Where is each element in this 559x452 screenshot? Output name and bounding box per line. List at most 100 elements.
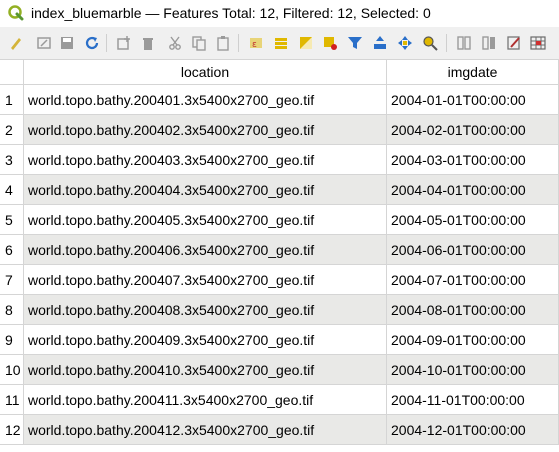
column-header-imgdate[interactable]: imgdate — [387, 60, 559, 85]
row-number[interactable]: 1 — [0, 85, 24, 115]
move-selection-to-top-button[interactable] — [371, 34, 389, 52]
row-number[interactable]: 2 — [0, 115, 24, 145]
cell-imgdate[interactable]: 2004-11-01T00:00:00 — [387, 385, 559, 415]
delete-feature-icon — [143, 38, 153, 50]
table-row[interactable]: 12 world.topo.bathy.200412.3x5400x2700_ge… — [0, 415, 559, 445]
toggle-editing-button[interactable] — [7, 34, 25, 52]
cell-location[interactable]: world.topo.bathy.200410.3x5400x2700_geo.… — [24, 355, 387, 385]
invert-selection-icon — [300, 37, 312, 49]
row-number[interactable]: 5 — [0, 205, 24, 235]
table-row[interactable]: 7 world.topo.bathy.200407.3x5400x2700_geo… — [0, 265, 559, 295]
select-by-expression-icon: ε — [250, 38, 262, 50]
zoom-to-selected-button[interactable] — [421, 34, 439, 52]
cell-imgdate[interactable]: 2004-06-01T00:00:00 — [387, 235, 559, 265]
svg-text:ε: ε — [252, 40, 257, 50]
multi-edit-button[interactable] — [35, 34, 53, 52]
select-by-expression-button[interactable]: ε — [247, 34, 265, 52]
select-all-button[interactable] — [272, 34, 290, 52]
table-row[interactable]: 8 world.topo.bathy.200408.3x5400x2700_geo… — [0, 295, 559, 325]
cell-location[interactable]: world.topo.bathy.200403.3x5400x2700_geo.… — [24, 145, 387, 175]
row-number-header-corner[interactable] — [0, 60, 24, 85]
zoom-to-selected-icon — [423, 36, 438, 51]
add-feature-button[interactable] — [115, 34, 133, 52]
cell-location[interactable]: world.topo.bathy.200402.3x5400x2700_geo.… — [24, 115, 387, 145]
save-edits-icon — [61, 37, 73, 49]
select-all-icon — [275, 38, 287, 49]
field-calculator-button[interactable] — [505, 34, 523, 52]
invert-selection-button[interactable] — [297, 34, 315, 52]
cell-imgdate[interactable]: 2004-02-01T00:00:00 — [387, 115, 559, 145]
deselect-all-icon — [324, 37, 337, 50]
add-feature-icon — [117, 36, 130, 50]
cell-imgdate[interactable]: 2004-01-01T00:00:00 — [387, 85, 559, 115]
title-bar: index_bluemarble — Features Total: 12, F… — [0, 0, 559, 27]
table-row[interactable]: 4 world.topo.bathy.200404.3x5400x2700_geo… — [0, 175, 559, 205]
deselect-all-button[interactable] — [321, 34, 339, 52]
table-row[interactable]: 5 world.topo.bathy.200405.3x5400x2700_geo… — [0, 205, 559, 235]
attribute-table-toolbar: ε — [0, 27, 559, 59]
row-number[interactable]: 10 — [0, 355, 24, 385]
reload-button[interactable] — [83, 34, 101, 52]
row-number[interactable]: 8 — [0, 295, 24, 325]
delete-feature-button[interactable] — [139, 34, 157, 52]
move-selection-to-top-icon — [374, 36, 386, 49]
field-calculator-icon — [507, 36, 520, 50]
delete-field-icon — [482, 36, 495, 50]
row-number[interactable]: 12 — [0, 415, 24, 445]
table-row[interactable]: 11 world.topo.bathy.200411.3x5400x2700_ge… — [0, 385, 559, 415]
cell-imgdate[interactable]: 2004-08-01T00:00:00 — [387, 295, 559, 325]
toolbar-separator — [106, 34, 107, 52]
pan-to-selected-button[interactable] — [396, 34, 414, 52]
cut-icon — [169, 36, 181, 50]
new-field-icon — [457, 36, 471, 50]
row-number[interactable]: 9 — [0, 325, 24, 355]
cell-location[interactable]: world.topo.bathy.200408.3x5400x2700_geo.… — [24, 295, 387, 325]
row-number[interactable]: 6 — [0, 235, 24, 265]
qgis-logo-icon — [8, 5, 24, 21]
save-edits-button[interactable] — [58, 34, 76, 52]
cell-location[interactable]: world.topo.bathy.200406.3x5400x2700_geo.… — [24, 235, 387, 265]
multi-edit-icon — [37, 37, 51, 49]
toggle-editing-icon — [11, 38, 21, 50]
paste-icon — [217, 36, 229, 51]
paste-button[interactable] — [214, 34, 232, 52]
row-number[interactable]: 7 — [0, 265, 24, 295]
table-row[interactable]: 3 world.topo.bathy.200403.3x5400x2700_geo… — [0, 145, 559, 175]
cell-location[interactable]: world.topo.bathy.200401.3x5400x2700_geo.… — [24, 85, 387, 115]
row-number[interactable]: 4 — [0, 175, 24, 205]
toolbar-separator — [238, 34, 239, 52]
cell-location[interactable]: world.topo.bathy.200409.3x5400x2700_geo.… — [24, 325, 387, 355]
table-row[interactable]: 2 world.topo.bathy.200402.3x5400x2700_geo… — [0, 115, 559, 145]
column-header-location[interactable]: location — [24, 60, 387, 85]
cell-location[interactable]: world.topo.bathy.200407.3x5400x2700_geo.… — [24, 265, 387, 295]
table-row[interactable]: 9 world.topo.bathy.200409.3x5400x2700_geo… — [0, 325, 559, 355]
cut-button[interactable] — [166, 34, 184, 52]
cell-imgdate[interactable]: 2004-09-01T00:00:00 — [387, 325, 559, 355]
table-row[interactable]: 1 world.topo.bathy.200401.3x5400x2700_geo… — [0, 85, 559, 115]
filter-icon — [348, 37, 362, 49]
cell-location[interactable]: world.topo.bathy.200405.3x5400x2700_geo.… — [24, 205, 387, 235]
cell-location[interactable]: world.topo.bathy.200412.3x5400x2700_geo.… — [24, 415, 387, 445]
new-field-button[interactable] — [455, 34, 473, 52]
cell-location[interactable]: world.topo.bathy.200411.3x5400x2700_geo.… — [24, 385, 387, 415]
copy-icon — [192, 36, 206, 51]
cell-imgdate[interactable]: 2004-05-01T00:00:00 — [387, 205, 559, 235]
row-number[interactable]: 11 — [0, 385, 24, 415]
table-row[interactable]: 10 world.topo.bathy.200410.3x5400x2700_ge… — [0, 355, 559, 385]
copy-button[interactable] — [190, 34, 208, 52]
cell-imgdate[interactable]: 2004-03-01T00:00:00 — [387, 145, 559, 175]
cell-imgdate[interactable]: 2004-12-01T00:00:00 — [387, 415, 559, 445]
cell-imgdate[interactable]: 2004-04-01T00:00:00 — [387, 175, 559, 205]
conditional-formatting-button[interactable] — [529, 34, 547, 52]
pan-to-selected-icon — [398, 36, 412, 50]
conditional-formatting-icon — [530, 36, 546, 50]
reload-icon — [85, 36, 99, 50]
delete-field-button[interactable] — [480, 34, 498, 52]
cell-location[interactable]: world.topo.bathy.200404.3x5400x2700_geo.… — [24, 175, 387, 205]
table-row[interactable]: 6 world.topo.bathy.200406.3x5400x2700_geo… — [0, 235, 559, 265]
cell-imgdate[interactable]: 2004-10-01T00:00:00 — [387, 355, 559, 385]
filter-button[interactable] — [346, 34, 364, 52]
row-number[interactable]: 3 — [0, 145, 24, 175]
attribute-table: location imgdate 1 world.topo.bathy.20040… — [0, 59, 559, 452]
cell-imgdate[interactable]: 2004-07-01T00:00:00 — [387, 265, 559, 295]
